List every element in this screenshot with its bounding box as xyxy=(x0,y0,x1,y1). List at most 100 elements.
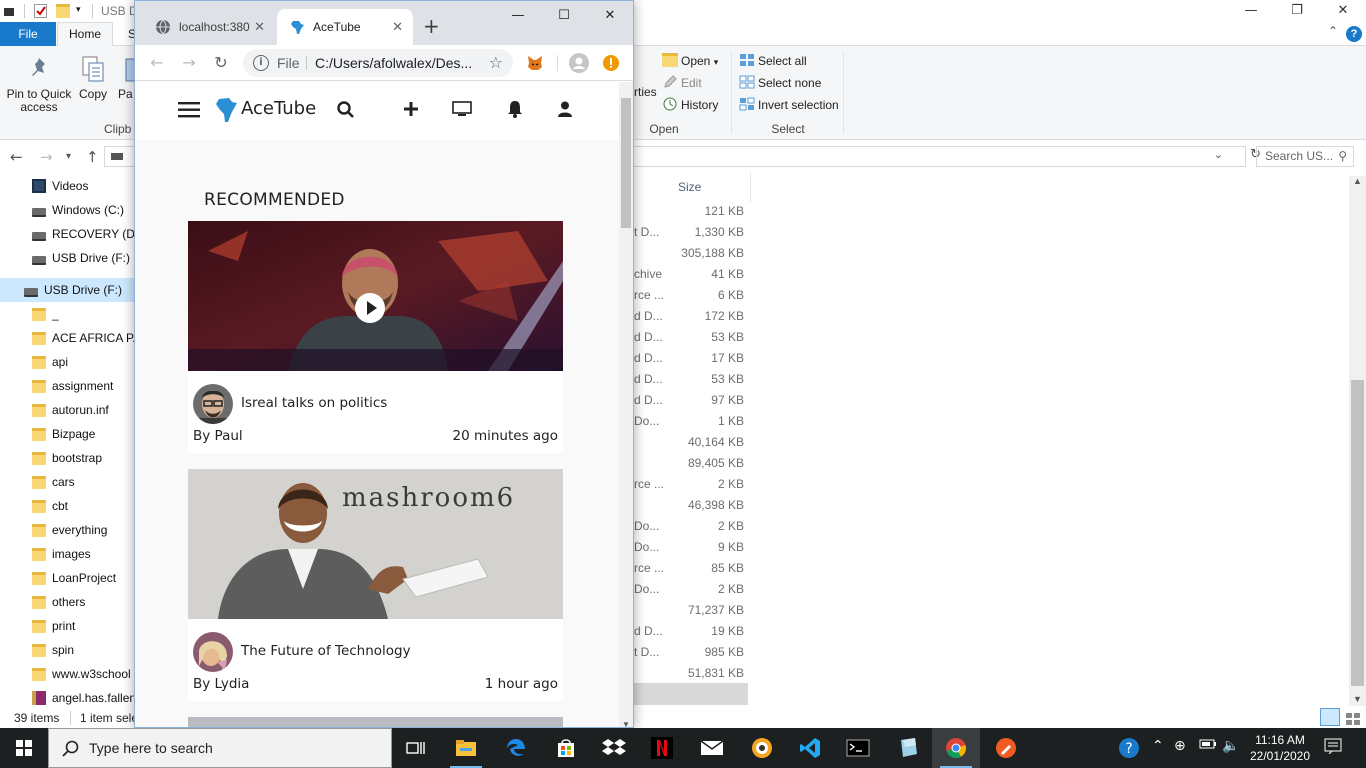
nav-item[interactable]: www.w3school xyxy=(32,662,131,686)
brand-name[interactable]: AceTube xyxy=(241,98,316,119)
nav-item[interactable]: images xyxy=(32,542,91,566)
tv-icon[interactable] xyxy=(452,101,472,120)
video-thumbnail[interactable] xyxy=(188,221,563,371)
nav-item[interactable]: USB Drive (F:) xyxy=(24,278,122,302)
avatar[interactable] xyxy=(193,384,233,424)
battery-icon[interactable] xyxy=(1199,738,1217,754)
taskbar-terminal[interactable] xyxy=(834,728,882,768)
taskbar-chrome[interactable] xyxy=(932,728,980,768)
file-size-cell[interactable]: 121 KB xyxy=(705,204,744,218)
nav-item[interactable]: cars xyxy=(32,470,75,494)
video-title[interactable]: The Future of Technology xyxy=(241,643,411,659)
close-button[interactable]: ✕ xyxy=(1320,0,1366,22)
search-input[interactable]: Search US... ⚲ xyxy=(1256,146,1354,167)
file-size-cell[interactable]: 53 KB xyxy=(711,372,744,386)
page-scrollbar[interactable]: ▼ xyxy=(619,82,633,727)
nav-item[interactable]: assignment xyxy=(32,374,113,398)
maximize-button[interactable]: ☐ xyxy=(541,5,587,29)
forward-arrow-icon[interactable]: → xyxy=(40,148,53,166)
taskbar-vpn[interactable] xyxy=(738,728,786,768)
file-type-cell[interactable]: Do... xyxy=(634,540,659,554)
size-column-header[interactable]: Size xyxy=(678,180,701,194)
nav-item[interactable]: angel.has.fallen xyxy=(32,686,136,710)
close-button[interactable]: ✕ xyxy=(587,5,633,29)
back-arrow-icon[interactable]: ← xyxy=(10,148,23,166)
address-bar[interactable]: i File C:/Users/afolwalex/Des... ☆ xyxy=(243,49,513,77)
user-icon[interactable] xyxy=(558,101,572,120)
file-size-cell[interactable]: 172 KB xyxy=(705,309,744,323)
nav-item[interactable]: USB Drive (F:) xyxy=(32,246,130,270)
file-type-cell[interactable]: chive xyxy=(634,267,662,281)
scroll-down-icon[interactable]: ▼ xyxy=(1353,694,1362,704)
notifications-icon[interactable] xyxy=(1324,738,1342,758)
start-button[interactable] xyxy=(0,728,48,768)
taskbar-vscode[interactable] xyxy=(786,728,834,768)
new-tab-icon[interactable]: + xyxy=(423,13,440,39)
file-type-cell[interactable]: d D... xyxy=(634,624,663,638)
history-button[interactable]: History xyxy=(662,95,718,115)
file-size-cell[interactable]: 51,831 KB xyxy=(688,666,744,680)
new-folder-icon[interactable] xyxy=(56,4,70,18)
hamburger-menu-icon[interactable] xyxy=(178,102,200,121)
up-arrow-icon[interactable]: ↑ xyxy=(86,148,99,166)
file-type-cell[interactable]: d D... xyxy=(634,309,663,323)
file-type-cell[interactable]: rce ... xyxy=(634,288,664,302)
nav-item[interactable]: cbt xyxy=(32,494,68,518)
close-tab-icon[interactable]: ✕ xyxy=(254,9,265,45)
minimize-button[interactable]: — xyxy=(495,5,541,29)
video-thumbnail[interactable]: mashroom6 xyxy=(188,469,563,619)
properties-button[interactable]: rties xyxy=(634,82,657,102)
chevron-up-icon[interactable]: ⌃ xyxy=(1152,738,1164,754)
file-size-cell[interactable]: 305,188 KB xyxy=(681,246,744,260)
file-size-cell[interactable]: 6 KB xyxy=(718,288,744,302)
pin-to-quick-access-button[interactable]: Pin to Quick access xyxy=(6,54,72,114)
details-view-icon[interactable] xyxy=(1320,708,1340,726)
update-alert-icon[interactable] xyxy=(599,51,623,75)
video-title[interactable]: Isreal talks on politics xyxy=(241,395,387,411)
video-card[interactable] xyxy=(188,717,563,727)
file-size-cell[interactable]: 97 KB xyxy=(711,393,744,407)
chevron-down-icon[interactable]: ▾ xyxy=(66,151,71,162)
video-card[interactable]: Isreal talks on politics By Paul 20 minu… xyxy=(188,221,563,453)
taskbar-edge[interactable] xyxy=(492,728,540,768)
bookmark-star-icon[interactable]: ☆ xyxy=(489,49,503,77)
properties-icon[interactable] xyxy=(34,4,47,18)
nav-item[interactable]: LoanProject xyxy=(32,566,116,590)
file-type-cell[interactable]: d D... xyxy=(634,372,663,386)
chevron-down-icon[interactable]: ⌄ xyxy=(1214,148,1223,161)
taskbar-dropbox[interactable] xyxy=(590,728,638,768)
tab-acetube[interactable]: AceTube ✕ xyxy=(277,9,413,45)
close-tab-icon[interactable]: ✕ xyxy=(392,9,403,45)
forward-arrow-icon[interactable]: → xyxy=(177,51,201,75)
copy-button[interactable]: Copy xyxy=(76,54,110,101)
taskbar-clock[interactable]: 11:16 AM 22/01/2020 xyxy=(1244,732,1316,764)
file-type-cell[interactable]: rce ... xyxy=(634,477,664,491)
invert-selection-button[interactable]: Invert selection xyxy=(739,95,839,115)
file-size-cell[interactable]: 46,398 KB xyxy=(688,498,744,512)
tab-localhost[interactable]: localhost:380 ✕ xyxy=(143,9,275,45)
taskbar-file-explorer[interactable] xyxy=(442,728,490,768)
maximize-button[interactable]: ❐ xyxy=(1274,0,1320,22)
metamask-fox-icon[interactable] xyxy=(523,51,547,75)
file-type-cell[interactable]: t D... xyxy=(634,645,659,659)
scroll-down-icon[interactable]: ▼ xyxy=(622,720,630,727)
taskbar-netflix[interactable] xyxy=(638,728,686,768)
nav-item[interactable]: everything xyxy=(32,518,107,542)
help-tray-icon[interactable]: ? xyxy=(1118,737,1140,763)
globe-icon[interactable]: ⊕ xyxy=(1174,738,1186,754)
horizontal-scrollbar-thumb[interactable] xyxy=(634,683,748,705)
file-size-cell[interactable]: 17 KB xyxy=(711,351,744,365)
video-card[interactable]: mashroom6 The Future of Technology By Ly… xyxy=(188,469,563,701)
open-button[interactable]: Open ▾ xyxy=(662,51,718,71)
nav-item[interactable]: autorun.inf xyxy=(32,398,109,422)
taskbar-mail[interactable] xyxy=(688,728,736,768)
nav-item[interactable]: api xyxy=(32,350,68,374)
file-size-cell[interactable]: 2 KB xyxy=(718,582,744,596)
chevron-down-icon[interactable]: ▾ xyxy=(76,4,86,18)
file-size-cell[interactable]: 1,330 KB xyxy=(695,225,744,239)
file-type-cell[interactable]: d D... xyxy=(634,351,663,365)
add-icon[interactable] xyxy=(403,101,419,120)
tab-file[interactable]: File xyxy=(0,22,56,46)
file-type-cell[interactable]: Do... xyxy=(634,519,659,533)
edit-button[interactable]: Edit xyxy=(662,73,702,93)
